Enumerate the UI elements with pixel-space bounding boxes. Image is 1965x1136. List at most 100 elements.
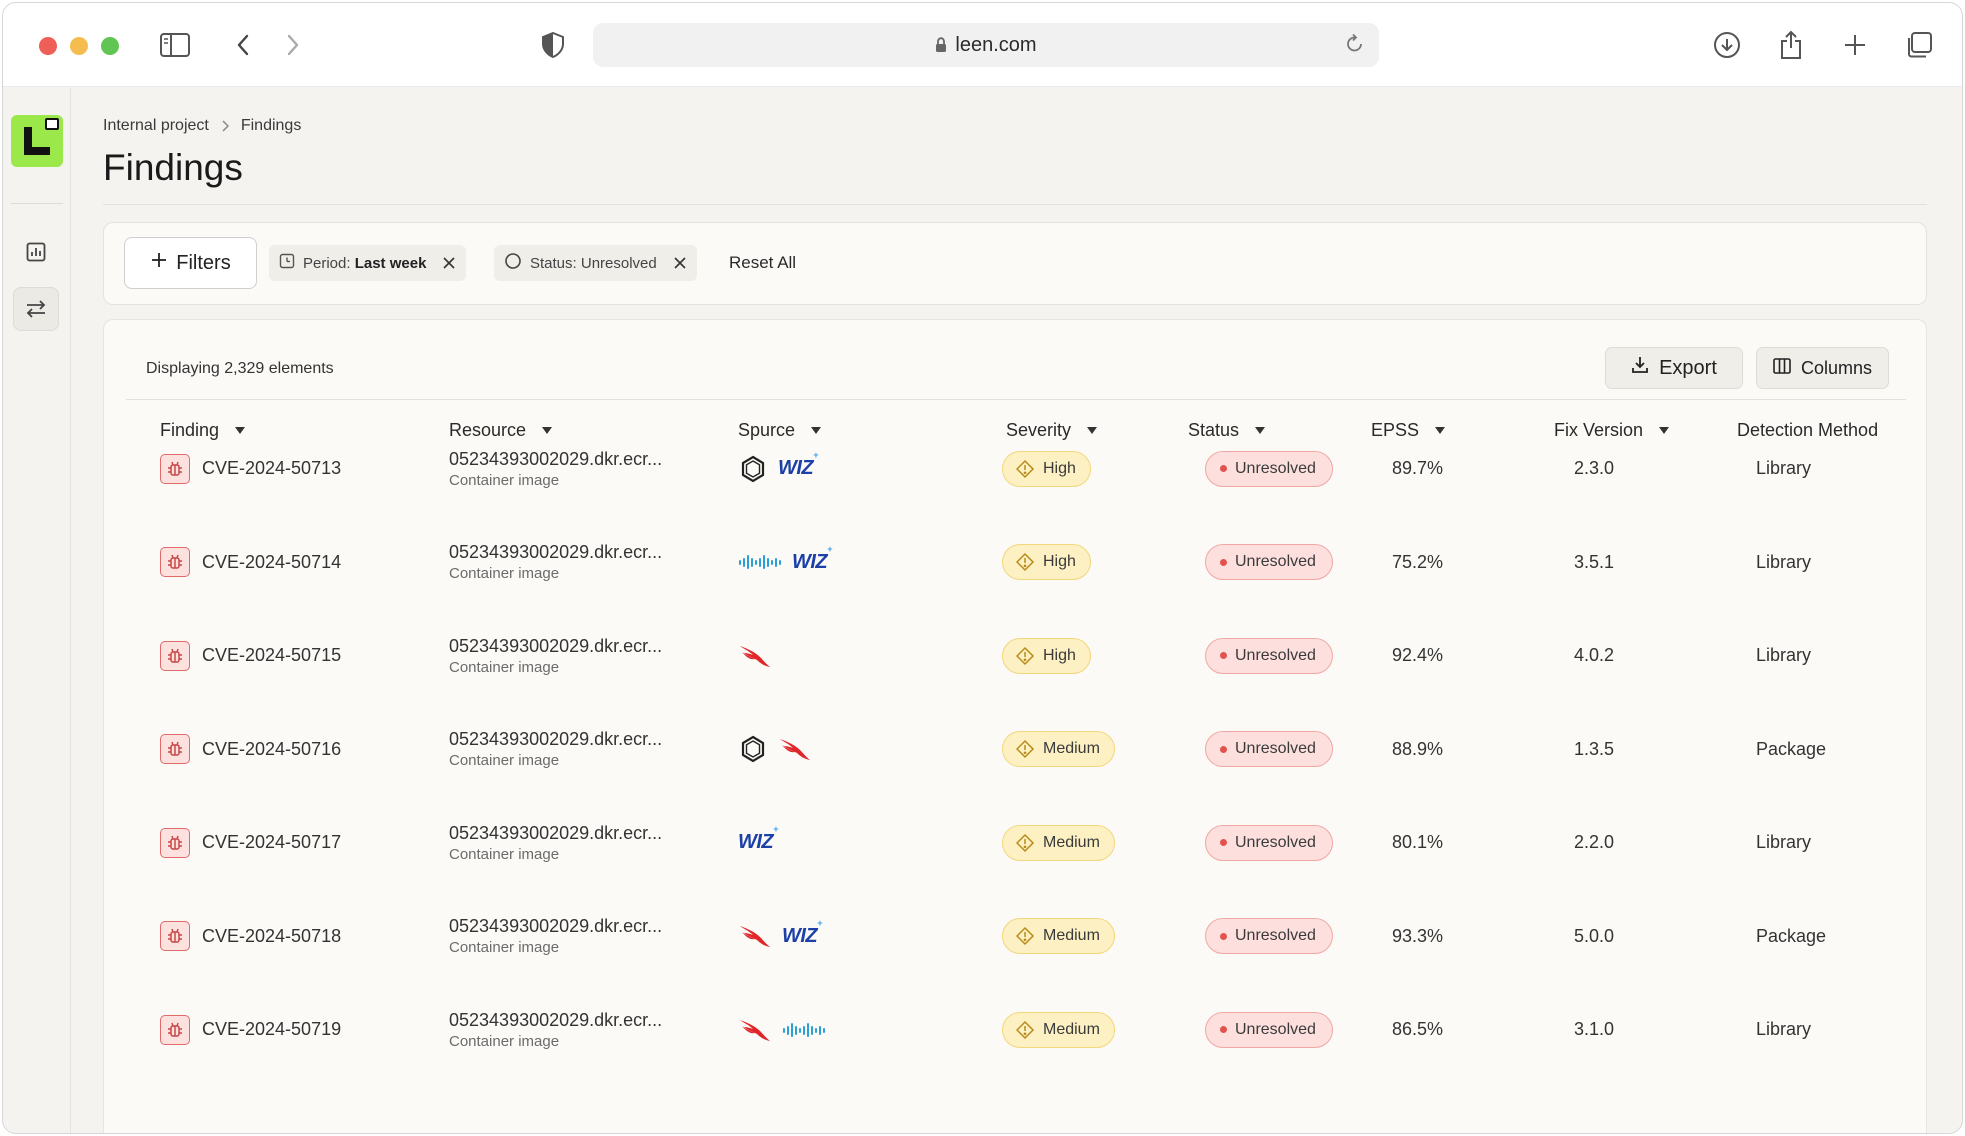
resource-cell[interactable]: 05234393002029.dkr.ecr... Container image [449, 983, 662, 1076]
table-row[interactable]: CVE-2024-50717 05234393002029.dkr.ecr... C… [104, 796, 1928, 889]
app-sidebar [3, 88, 71, 1133]
back-icon[interactable] [225, 27, 261, 63]
finding-id[interactable]: CVE-2024-50719 [202, 1019, 341, 1040]
status-badge: Unresolved [1205, 824, 1333, 861]
table-row[interactable]: CVE-2024-50714 05234393002029.dkr.ecr... C… [104, 516, 1928, 609]
close-window-button[interactable] [39, 37, 57, 55]
openai-icon [738, 734, 768, 764]
bug-icon [160, 734, 190, 764]
minimize-window-button[interactable] [70, 37, 88, 55]
resource-cell[interactable]: 05234393002029.dkr.ecr... Container image [449, 516, 662, 609]
table-row[interactable]: CVE-2024-50718 05234393002029.dkr.ecr... C… [104, 890, 1928, 983]
reset-all-button[interactable]: Reset All [729, 253, 796, 273]
remove-status-filter-icon[interactable] [673, 256, 687, 270]
finding-id[interactable]: CVE-2024-50716 [202, 739, 341, 760]
severity-cell: Medium [1002, 703, 1115, 796]
source-cell [738, 983, 826, 1076]
resource-cell[interactable]: 05234393002029.dkr.ecr... Container image [449, 796, 662, 889]
status-label: Unresolved [1235, 646, 1316, 664]
fix-version-value: 2.3.0 [1574, 458, 1615, 478]
epss-value: 92.4% [1392, 645, 1444, 665]
new-tab-icon[interactable] [1837, 27, 1873, 63]
fix-version-value: 3.1.0 [1574, 1019, 1615, 1039]
finding-cell[interactable]: CVE-2024-50714 [160, 516, 341, 609]
lock-icon [935, 37, 947, 53]
status-label: Unresolved [1235, 927, 1316, 944]
detection-method-value: Library [1756, 645, 1812, 665]
findings-table-card: Displaying 2,329 elements Export Columns… [103, 319, 1928, 1133]
downloads-icon[interactable] [1709, 27, 1745, 63]
table-row[interactable]: CVE-2024-50719 05234393002029.dkr.ecr... C… [104, 983, 1928, 1076]
detection-method-value: Package [1756, 738, 1827, 759]
breadcrumb-parent-link[interactable]: Internal project [103, 117, 209, 135]
resource-type: Container image [449, 752, 560, 769]
download-icon [1631, 356, 1649, 380]
zoom-window-button[interactable] [101, 37, 119, 55]
table-row[interactable]: CVE-2024-50713 05234393002029.dkr.ecr... C… [104, 422, 1928, 515]
bug-icon [160, 640, 190, 671]
resource-cell[interactable]: 05234393002029.dkr.ecr... Container image [449, 890, 662, 983]
tab-overview-icon[interactable] [1901, 27, 1937, 63]
finding-cell[interactable]: CVE-2024-50715 [160, 609, 341, 702]
source-cell: WIZ+ [738, 516, 832, 609]
detection-method-value: Library [1756, 458, 1812, 478]
finding-cell[interactable]: CVE-2024-50717 [160, 796, 341, 889]
privacy-shield-icon[interactable] [535, 27, 571, 63]
bug-icon [160, 453, 190, 484]
reload-icon[interactable] [1345, 33, 1365, 55]
address-bar[interactable]: leen.com [593, 23, 1379, 67]
openai-icon [738, 454, 768, 484]
page-title: Findings [103, 147, 243, 188]
epss-value: 86.5% [1392, 1019, 1444, 1039]
status-dot-icon [1220, 932, 1227, 940]
status-dot-icon [1220, 839, 1227, 846]
severity-label: High [1043, 459, 1076, 477]
resource-name: 05234393002029.dkr.ecr... [449, 916, 663, 936]
remove-period-filter-icon[interactable] [442, 256, 456, 270]
finding-cell[interactable]: CVE-2024-50718 [160, 890, 341, 983]
columns-button[interactable]: Columns [1756, 347, 1889, 389]
sidebar-divider [11, 203, 63, 204]
severity-cell: Medium [1002, 983, 1115, 1076]
finding-id[interactable]: CVE-2024-50714 [202, 552, 341, 573]
forward-icon[interactable] [275, 27, 311, 63]
warning-diamond-icon [1015, 646, 1035, 666]
leen-logo[interactable] [11, 115, 63, 167]
status-cell: Unresolved [1205, 422, 1333, 515]
export-button[interactable]: Export [1605, 347, 1743, 389]
fix-version-value: 1.3.5 [1574, 738, 1615, 759]
source-cell: WIZ+ [738, 796, 778, 889]
warning-diamond-icon [1015, 926, 1035, 946]
finding-id[interactable]: CVE-2024-50718 [202, 926, 341, 947]
severity-cell: Medium [1002, 890, 1115, 983]
severity-badge: Medium [1002, 918, 1115, 954]
severity-badge: High [1002, 637, 1091, 674]
resource-cell[interactable]: 05234393002029.dkr.ecr... Container image [449, 609, 662, 702]
status-filter-label: Status: [530, 254, 577, 272]
finding-id[interactable]: CVE-2024-50713 [202, 458, 341, 479]
epss-value: 80.1% [1392, 832, 1444, 852]
finding-id[interactable]: CVE-2024-50717 [202, 832, 341, 853]
filters-button[interactable]: Filters [124, 237, 257, 289]
finding-cell[interactable]: CVE-2024-50719 [160, 983, 341, 1076]
resource-name: 05234393002029.dkr.ecr... [449, 448, 663, 469]
table-row[interactable]: CVE-2024-50716 05234393002029.dkr.ecr... C… [104, 703, 1928, 796]
finding-cell[interactable]: CVE-2024-50713 [160, 422, 341, 515]
share-icon[interactable] [1773, 27, 1809, 63]
severity-cell: High [1002, 422, 1091, 515]
status-filter-chip[interactable]: Status: Unresolved [494, 245, 697, 281]
dashboard-icon[interactable] [13, 230, 59, 274]
period-filter-chip[interactable]: Period: Last week [269, 245, 467, 281]
crowdstrike-icon [738, 923, 772, 949]
status-label: Unresolved [1235, 740, 1316, 757]
resource-cell[interactable]: 05234393002029.dkr.ecr... Container image [449, 422, 662, 515]
bug-icon [160, 921, 190, 951]
table-row[interactable]: CVE-2024-50715 05234393002029.dkr.ecr... C… [104, 609, 1928, 702]
transfer-arrows-icon[interactable] [13, 287, 59, 331]
finding-cell[interactable]: CVE-2024-50716 [160, 703, 341, 796]
finding-id[interactable]: CVE-2024-50715 [202, 645, 341, 666]
sidebar-toggle-icon[interactable] [157, 27, 193, 63]
resource-cell[interactable]: 05234393002029.dkr.ecr... Container image [449, 703, 662, 796]
source-cell [738, 703, 812, 796]
severity-badge: High [1002, 450, 1091, 487]
